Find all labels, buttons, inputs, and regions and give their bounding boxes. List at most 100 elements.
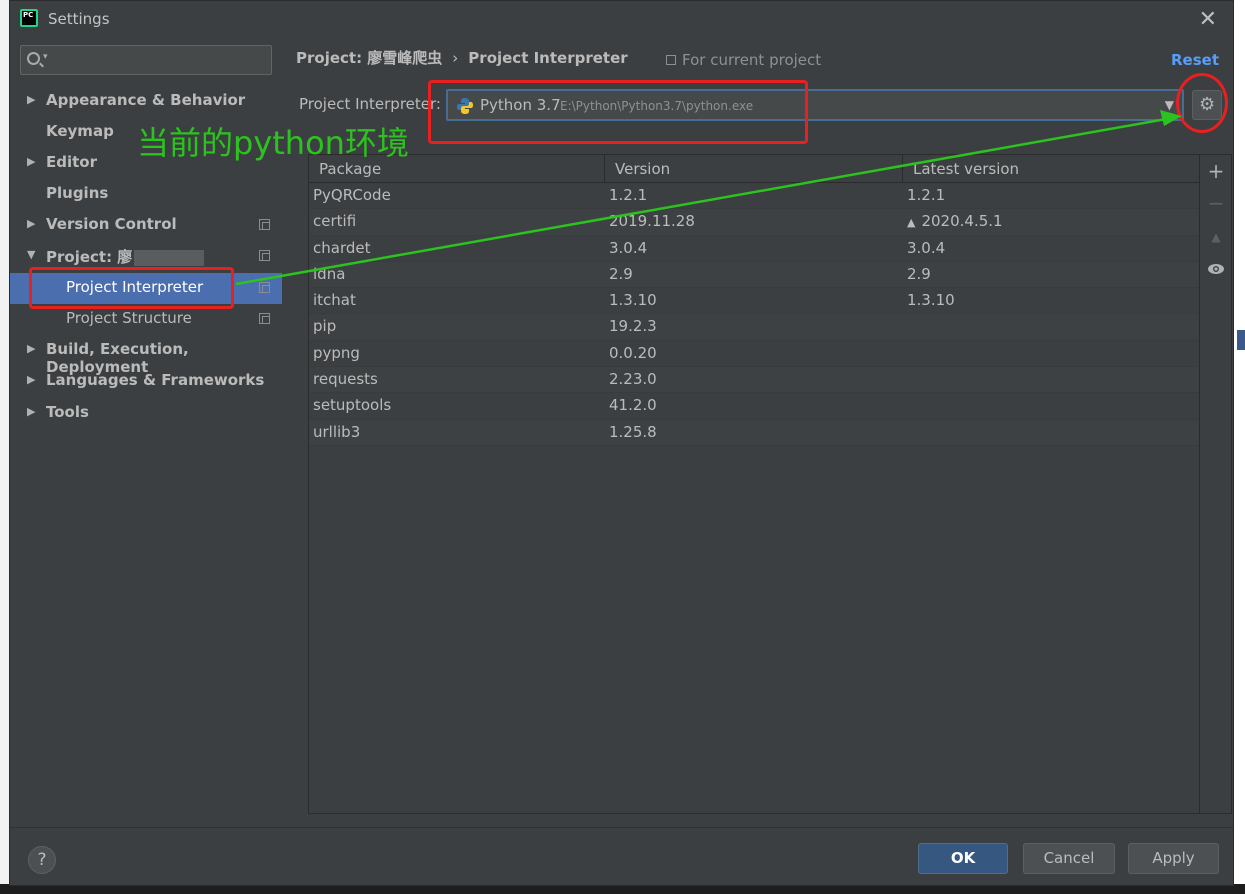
table-body: PyQRCode 1.2.1 1.2.1 certifi 2019.11.28 … — [309, 183, 1199, 446]
add-package-icon[interactable]: + — [1206, 161, 1226, 181]
chevron-down-icon: ▾ — [43, 52, 48, 62]
table-row[interactable]: PyQRCode 1.2.1 1.2.1 — [309, 183, 1199, 210]
table-row[interactable]: pip 19.2.3 — [309, 314, 1199, 341]
project-scope-icon — [259, 313, 270, 324]
package-version: 1.2.1 — [609, 186, 648, 204]
package-name: chardet — [313, 238, 371, 257]
package-name: pip — [313, 317, 337, 336]
column-divider — [604, 155, 605, 183]
expand-arrow-icon: ▶ — [27, 342, 36, 355]
chevron-down-icon: ▼ — [1164, 98, 1174, 112]
package-name: pypng — [313, 343, 360, 362]
sidebar-item-label: Tools — [46, 403, 89, 421]
sidebar-item-label: Languages & Frameworks — [46, 371, 265, 389]
column-header-latest-version[interactable]: Latest version — [913, 160, 1019, 178]
search-input[interactable]: ▾ — [20, 45, 272, 75]
package-name: urllib3 — [313, 422, 361, 441]
collapse-arrow-icon: ▼ — [27, 248, 36, 261]
pycharm-icon: PC — [20, 9, 38, 27]
expand-arrow-icon: ▶ — [27, 155, 36, 168]
sidebar-item-label: Version Control — [46, 215, 177, 233]
sidebar-item-languages[interactable]: ▶ Languages & Frameworks — [10, 366, 282, 397]
sidebar-item-label: Plugins — [46, 184, 109, 202]
eye-icon-shape — [1208, 264, 1224, 274]
interpreter-label: Project Interpreter: — [299, 95, 441, 113]
eye-icon[interactable] — [1206, 258, 1226, 278]
package-name: certifi — [313, 212, 357, 231]
ok-button[interactable]: OK — [918, 843, 1008, 874]
help-button[interactable]: ? — [28, 846, 56, 874]
package-name: requests — [313, 370, 378, 389]
sidebar-item-appearance[interactable]: ▶ Appearance & Behavior — [10, 86, 282, 117]
table-row[interactable]: urllib3 1.25.8 — [309, 419, 1199, 446]
title-bar: PC Settings ✕ — [10, 1, 1233, 37]
breadcrumb-page: Project Interpreter — [468, 49, 628, 67]
background-app-right — [1233, 0, 1245, 894]
package-name: setuptools — [313, 396, 392, 415]
package-version: 3.0.4 — [609, 238, 648, 257]
apply-button[interactable]: Apply — [1128, 843, 1219, 874]
package-latest-version: 1.3.10 — [907, 291, 955, 310]
expand-arrow-icon: ▶ — [27, 373, 36, 386]
package-name: PyQRCode — [313, 186, 391, 204]
project-scope-icon — [259, 282, 270, 293]
table-header: Package Version Latest version — [309, 155, 1199, 183]
main-panel: Project: 廖雪峰爬虫 › Project Interpreter For c… — [282, 37, 1233, 827]
package-latest-version: 1.2.1 — [907, 186, 946, 204]
upgrade-package-icon[interactable]: ▲ — [1206, 227, 1226, 247]
package-latest-version: 2020.4.5.1 — [921, 212, 1003, 231]
package-name: idna — [313, 264, 346, 283]
annotation-box-interpreter — [428, 80, 808, 144]
sidebar-item-label: Project Structure — [66, 309, 192, 327]
sidebar-item-build[interactable]: ▶ Build, Execution, Deployment — [10, 335, 282, 376]
sidebar-item-label: Editor — [46, 153, 97, 171]
annotation-circle-gear — [1176, 73, 1228, 133]
package-version: 0.0.20 — [609, 343, 657, 362]
reset-link[interactable]: Reset — [1171, 51, 1219, 69]
table-row[interactable]: requests 2.23.0 — [309, 367, 1199, 394]
table-row[interactable]: itchat 1.3.10 1.3.10 — [309, 288, 1199, 315]
table-row[interactable]: idna 2.9 2.9 — [309, 261, 1199, 289]
remove-package-icon[interactable]: − — [1206, 193, 1226, 213]
breadcrumb-project[interactable]: Project: 廖雪峰爬虫 — [296, 49, 442, 67]
table-row[interactable]: chardet 3.0.4 3.0.4 — [309, 236, 1199, 262]
sidebar-item-version-control[interactable]: ▶ Version Control — [10, 210, 282, 241]
package-version: 41.2.0 — [609, 396, 657, 415]
package-name: itchat — [313, 291, 356, 310]
expand-arrow-icon: ▶ — [27, 217, 36, 230]
table-row[interactable]: certifi 2019.11.28 ▲ 2020.4.5.1 — [309, 209, 1199, 236]
sidebar-item-label: Project: 廖 — [46, 248, 133, 266]
window-title: Settings — [48, 10, 110, 28]
column-header-version[interactable]: Version — [615, 160, 670, 178]
table-row[interactable]: setuptools 41.2.0 — [309, 393, 1199, 420]
sidebar-item-label: Keymap — [46, 122, 114, 140]
package-version: 19.2.3 — [609, 317, 657, 336]
packages-table: Package Version Latest version PyQRCode … — [308, 154, 1200, 814]
search-icon — [27, 52, 40, 65]
breadcrumb-separator: › — [452, 49, 459, 67]
package-version: 2.9 — [609, 264, 633, 283]
annotation-text: 当前的python环境 — [137, 124, 409, 162]
cancel-button[interactable]: Cancel — [1023, 843, 1115, 874]
project-scope-icon — [259, 219, 270, 230]
project-scope-icon — [666, 55, 676, 65]
expand-arrow-icon: ▶ — [27, 93, 36, 106]
upgrade-available-icon: ▲ — [907, 216, 916, 230]
package-version: 1.3.10 — [609, 291, 657, 310]
package-version: 1.25.8 — [609, 422, 657, 441]
project-scope-icon — [259, 250, 270, 261]
dialog-footer: ? OK Cancel Apply — [10, 827, 1233, 885]
breadcrumb: Project: 廖雪峰爬虫 › Project Interpreter — [296, 47, 628, 68]
redacted-block — [134, 249, 205, 266]
scope-note: For current project — [666, 51, 821, 69]
table-row[interactable]: pypng 0.0.20 — [309, 341, 1199, 368]
close-icon[interactable]: ✕ — [1199, 7, 1217, 32]
sidebar-item-label: Appearance & Behavior — [46, 91, 246, 109]
sidebar-item-tools[interactable]: ▶ Tools — [10, 398, 282, 429]
sidebar-item-plugins[interactable]: Plugins — [10, 179, 282, 210]
background-app-left — [0, 0, 9, 894]
expand-arrow-icon: ▶ — [27, 405, 36, 418]
package-latest-version: 2.9 — [907, 264, 931, 283]
annotation-box-sidebar — [29, 267, 234, 309]
package-version: 2019.11.28 — [609, 212, 695, 231]
